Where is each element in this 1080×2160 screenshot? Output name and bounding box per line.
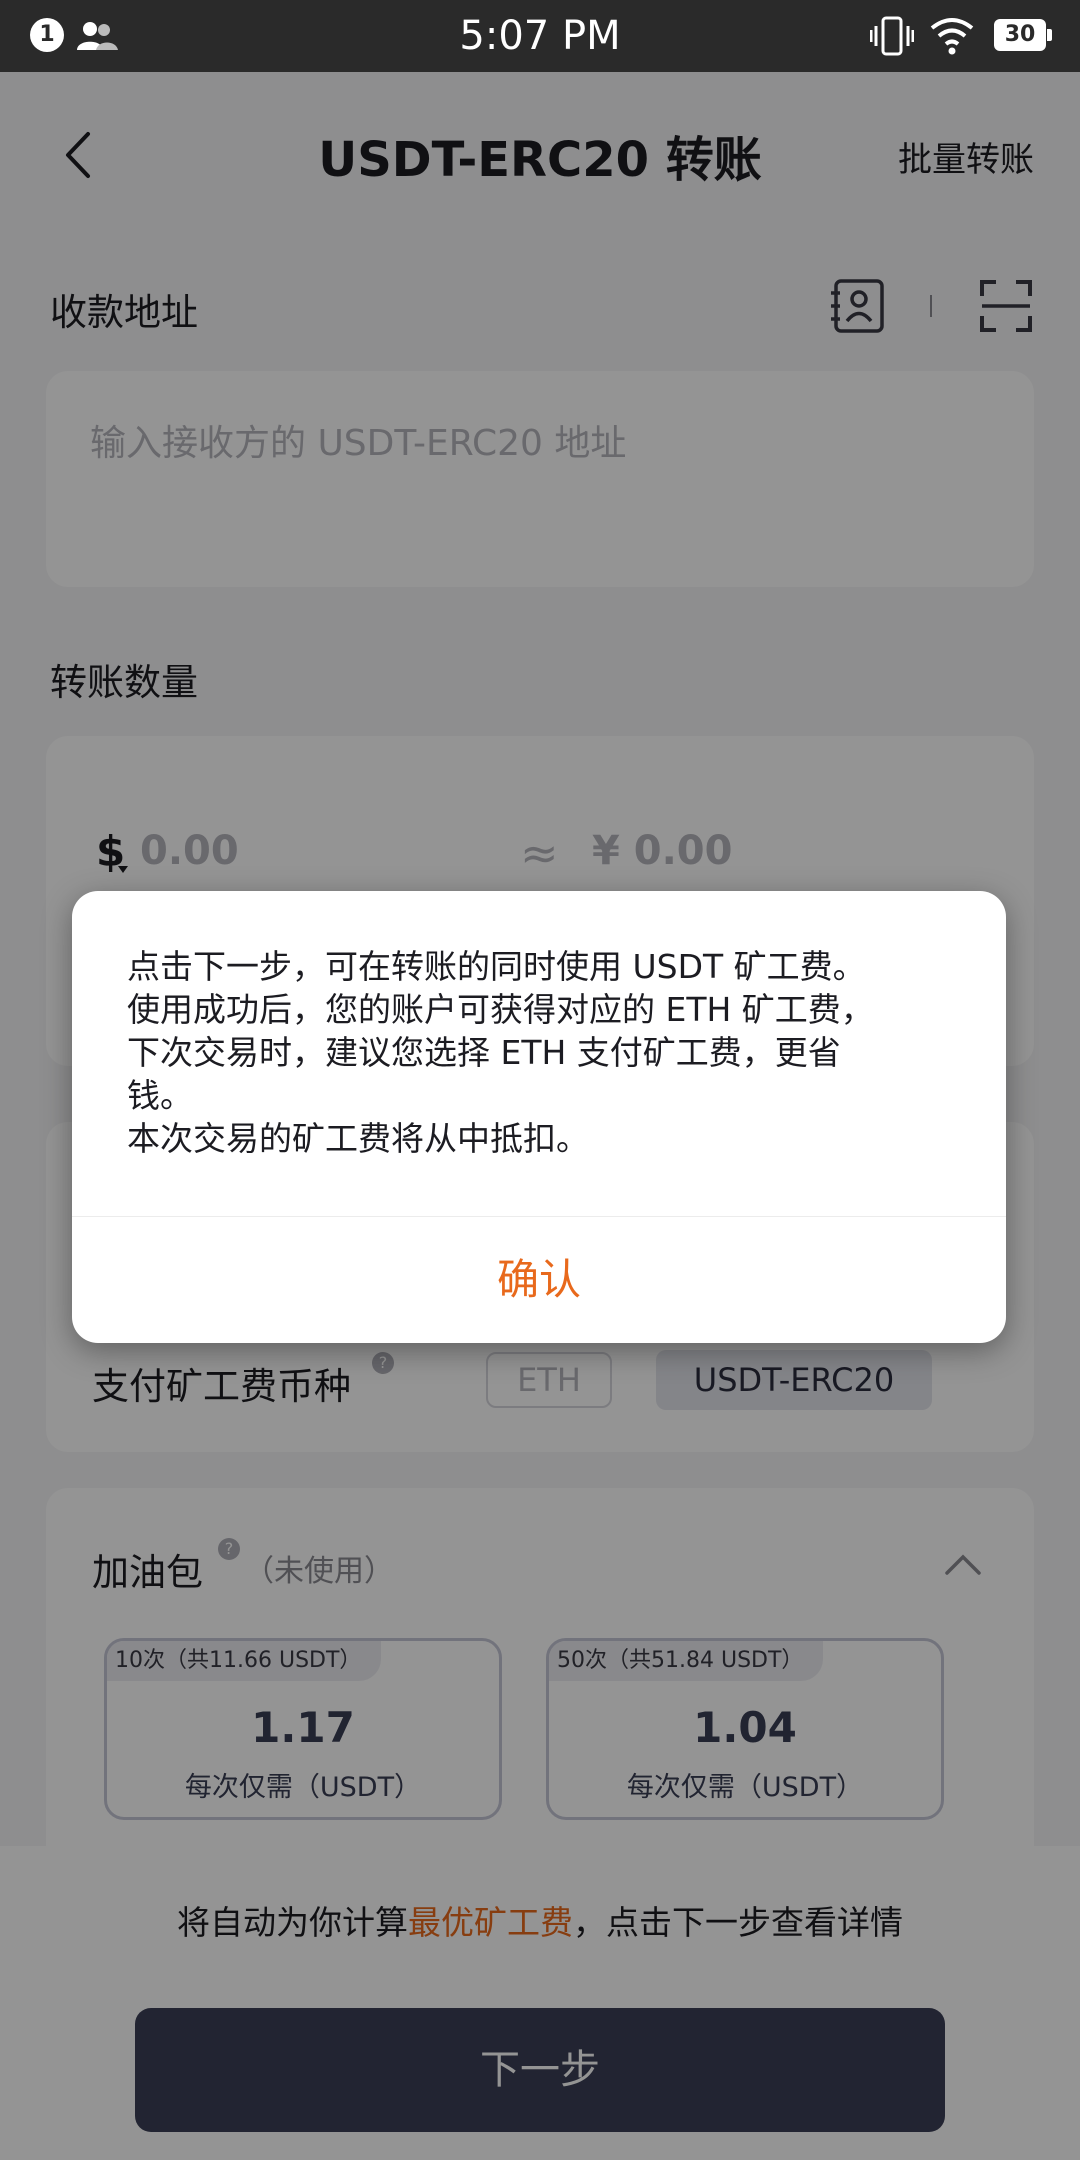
fee-dialog: 点击下一步，可在转账的同时使用 USDT 矿工费。 使用成功后，您的账户可获得对… <box>72 891 1006 1343</box>
wifi-icon <box>930 18 974 55</box>
dialog-message: 点击下一步，可在转账的同时使用 USDT 矿工费。 使用成功后，您的账户可获得对… <box>127 945 957 1160</box>
dialog-line: 下次交易时，建议您选择 ETH 支付矿工费，更省 <box>127 1033 841 1072</box>
dialog-line: 本次交易的矿工费将从中抵扣。 <box>127 1119 589 1158</box>
dialog-line: 钱。 <box>127 1076 193 1115</box>
status-bar: 1 5:07 PM 30 <box>0 0 1080 72</box>
battery-icon: 30 <box>994 19 1052 51</box>
vibrate-icon <box>870 16 914 56</box>
dialog-line: 点击下一步，可在转账的同时使用 USDT 矿工费。 <box>127 947 866 986</box>
clock: 5:07 PM <box>459 13 621 59</box>
confirm-button[interactable]: 确认 <box>72 1217 1006 1343</box>
dialog-line: 使用成功后，您的账户可获得对应的 ETH 矿工费， <box>127 990 874 1029</box>
